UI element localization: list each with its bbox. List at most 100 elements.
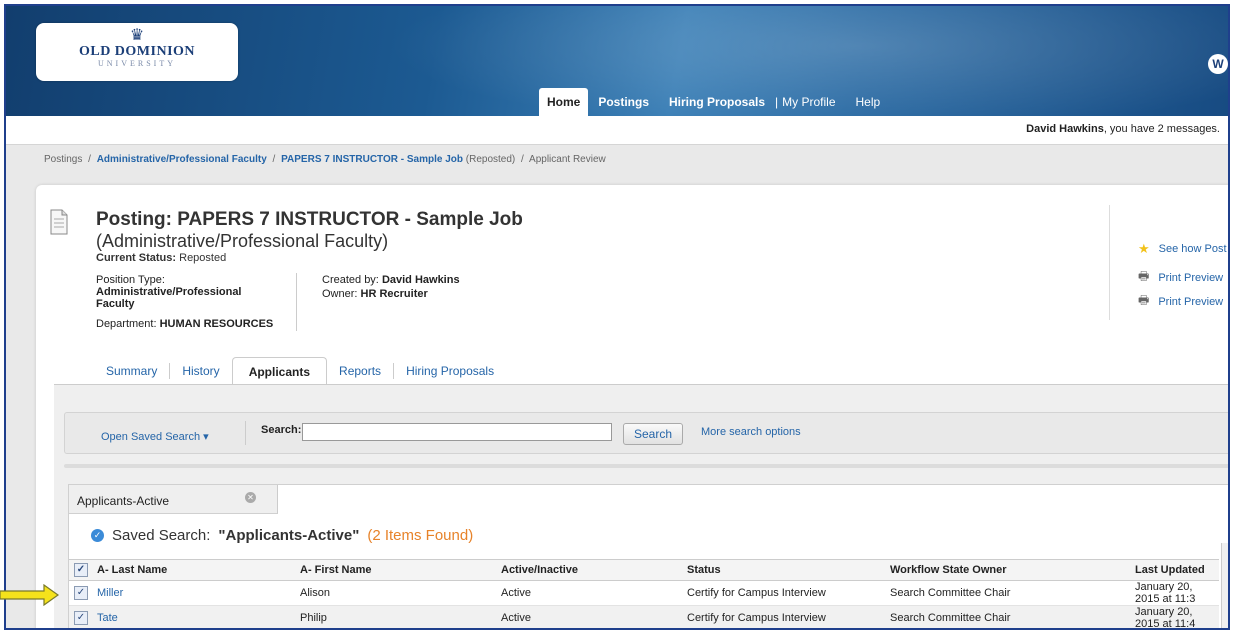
university-logo[interactable]: ♛ OLD DOMINION UNIVERSITY [36, 23, 238, 81]
posting-title: Posting: PAPERS 7 INSTRUCTOR - Sample Jo… [96, 209, 523, 230]
results-panel: Applicants-Active ✕ ✓ Saved Search: "App… [68, 484, 1228, 628]
star-icon: ★ [1138, 241, 1150, 256]
document-icon [50, 209, 68, 235]
nav-my-profile[interactable]: My Profile [778, 88, 845, 116]
status-label: Current Status: [96, 252, 177, 264]
printer-icon: 🖶 [1138, 293, 1150, 307]
department-value: HUMAN RESOURCES [159, 318, 274, 330]
see-how-link[interactable]: ★ See how Post [1138, 241, 1227, 257]
workflow-owner: Search Committee Chair [890, 605, 1135, 628]
printer-icon: 🖶 [1138, 269, 1150, 283]
select-all-checkbox[interactable]: ✓ [74, 563, 88, 577]
active-status: Active [501, 580, 687, 606]
see-how-label: See how Post [1158, 243, 1227, 255]
posting-panel: Posting: PAPERS 7 INSTRUCTOR - Sample Jo… [36, 185, 1228, 628]
close-icon[interactable]: ✕ [245, 492, 256, 503]
position-type-value: Administrative/Professional Faculty [96, 286, 242, 310]
breadcrumb-posting-suffix: (Reposted) [465, 154, 516, 165]
saved-search-tab[interactable]: Applicants-Active ✕ [69, 485, 278, 514]
breadcrumb-sep: / [521, 154, 524, 165]
position-type: Position Type: Administrative/Profession… [96, 274, 266, 310]
search-divider [245, 421, 246, 445]
created-by-label: Created by: [322, 274, 379, 286]
check-circle-icon: ✓ [91, 529, 104, 542]
more-search-options-link[interactable]: More search options [701, 426, 801, 438]
breadcrumb-sep: / [272, 154, 276, 165]
tab-summary[interactable]: Summary [94, 357, 169, 385]
position-type-label: Position Type: [96, 274, 165, 286]
breadcrumb: Postings / Administrative/Professional F… [44, 154, 606, 165]
nav-postings[interactable]: Postings [588, 88, 659, 116]
saved-search-tab-label: Applicants-Active [77, 494, 170, 508]
print-preview-link[interactable]: 🖶 Print Preview [1138, 267, 1223, 288]
search-button[interactable]: Search [623, 423, 683, 445]
logo-subtitle: UNIVERSITY [98, 59, 176, 68]
applicants-table: ✓ A- Last Name A- First Name Active/Inac… [69, 559, 1219, 628]
applicant-link[interactable]: Tate [97, 612, 118, 624]
applicant-link[interactable]: Miller [97, 587, 123, 599]
column-header[interactable]: Active/Inactive [501, 559, 687, 581]
saved-search-summary: ✓ Saved Search: "Applicants-Active" (2 I… [91, 527, 473, 544]
posting-status: Current Status: Reposted [96, 252, 226, 264]
current-user: David Hawkins [1026, 123, 1104, 135]
row-checkbox[interactable]: ✓ [74, 611, 88, 625]
nav-hiring-proposals[interactable]: Hiring Proposals [659, 88, 775, 116]
workflow-status: Certify for Campus Interview [687, 580, 890, 606]
crown-icon: ♛ [129, 27, 145, 44]
app-window: ♛ OLD DOMINION UNIVERSITY W Home Posting… [4, 4, 1230, 630]
posting-subtitle: (Administrative/Professional Faculty) [96, 231, 389, 251]
table-row[interactable]: ✓ Tate Philip Active Certify for Campus … [69, 605, 1219, 628]
search-input[interactable] [302, 423, 612, 441]
arrow-icon [0, 584, 60, 606]
site-header: ♛ OLD DOMINION UNIVERSITY W Home Posting… [6, 6, 1228, 116]
breadcrumb-category[interactable]: Administrative/Professional Faculty [97, 154, 267, 165]
logo-name: OLD DOMINION [78, 44, 196, 59]
last-updated: January 20, 2015 at 11:4 [1135, 605, 1219, 628]
corner-badge[interactable]: W [1208, 54, 1228, 74]
items-found: (2 Items Found) [367, 527, 474, 544]
posting-owners: Created by: David Hawkins Owner: HR Recr… [322, 274, 460, 300]
main-nav: Home Postings Hiring Proposals | My Prof… [539, 88, 890, 116]
owner-label: Owner: [322, 288, 358, 300]
tab-hiring-proposals[interactable]: Hiring Proposals [394, 357, 506, 385]
column-header[interactable]: Status [687, 559, 890, 581]
created-by-value: David Hawkins [381, 274, 460, 286]
column-header[interactable]: Last Updated [1135, 559, 1219, 581]
divider [64, 464, 1228, 468]
breadcrumb-root[interactable]: Postings [44, 154, 82, 165]
nav-home[interactable]: Home [539, 88, 589, 116]
saved-search-prefix: Saved Search: [112, 527, 211, 544]
open-saved-search-dropdown[interactable]: Open Saved Search ▾ [101, 430, 209, 443]
workflow-status: Certify for Campus Interview [687, 605, 890, 628]
search-label: Search: [261, 424, 302, 436]
last-updated: January 20, 2015 at 11:3 [1135, 580, 1219, 606]
column-header[interactable]: A- Last Name [97, 559, 300, 581]
table-header-row: ✓ A- Last Name A- First Name Active/Inac… [69, 559, 1219, 581]
breadcrumb-sep: / [88, 154, 91, 165]
saved-search-name: "Applicants-Active" [218, 527, 360, 544]
active-status: Active [501, 605, 687, 628]
search-panel: Open Saved Search ▾ Search: Search More … [64, 412, 1228, 454]
print-preview-label: Print Preview [1158, 271, 1224, 284]
posting-tabs: Summary History Applicants Reports Hirin… [94, 356, 506, 386]
right-divider [1109, 205, 1110, 320]
vertical-scrollbar[interactable] [1221, 543, 1228, 628]
messages-notice[interactable]: David Hawkins, you have 2 messages. [1026, 123, 1220, 135]
breadcrumb-current: Applicant Review [529, 154, 606, 165]
breadcrumb-posting[interactable]: PAPERS 7 INSTRUCTOR - Sample Job [281, 154, 463, 165]
tab-history[interactable]: History [170, 357, 231, 385]
table-row[interactable]: ✓ Miller Alison Active Certify for Campu… [69, 580, 1219, 606]
tab-applicants[interactable]: Applicants [231, 356, 328, 386]
first-name: Alison [300, 580, 501, 606]
print-preview-label: Print Preview [1158, 295, 1224, 308]
column-header[interactable]: Workflow State Owner [890, 559, 1135, 581]
department-label: Department: [96, 318, 157, 330]
message-bar: David Hawkins, you have 2 messages. [6, 116, 1228, 145]
workflow-owner: Search Committee Chair [890, 580, 1135, 606]
meta-divider [296, 273, 297, 331]
column-header[interactable]: A- First Name [300, 559, 501, 581]
tab-reports[interactable]: Reports [327, 357, 393, 385]
row-checkbox[interactable]: ✓ [74, 586, 88, 600]
nav-help[interactable]: Help [846, 88, 891, 116]
print-preview-link[interactable]: 🖶 Print Preview [1138, 291, 1223, 312]
